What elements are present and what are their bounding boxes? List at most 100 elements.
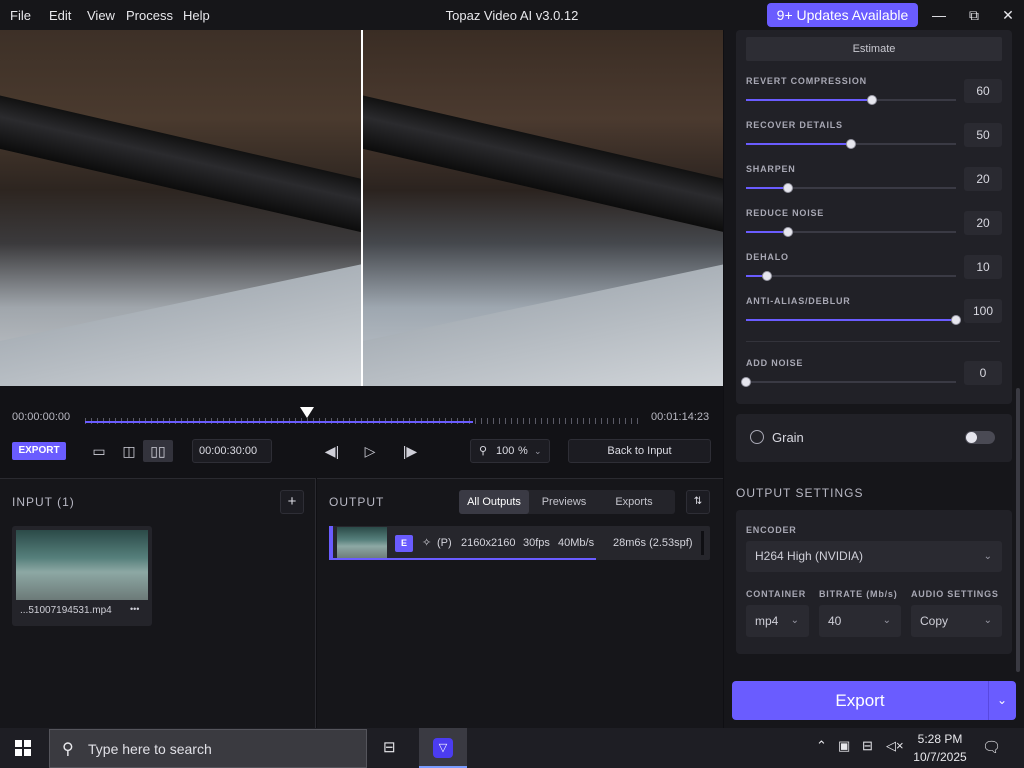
slider-fill — [746, 143, 851, 145]
slider-label: ANTI-ALIAS/DEBLUR — [746, 296, 851, 306]
slider-track[interactable] — [746, 381, 956, 383]
maximize-button[interactable]: ⧉ — [957, 0, 991, 30]
timeline-panel — [0, 386, 723, 478]
output-settings-title: OUTPUT SETTINGS — [736, 486, 864, 500]
task-view-icon[interactable]: ⊟ — [383, 738, 396, 756]
notification-icon[interactable]: ▣ — [838, 738, 850, 754]
slider-track[interactable] — [746, 275, 956, 277]
menu-process[interactable]: Process — [126, 8, 173, 23]
estimate-button[interactable]: Estimate — [746, 37, 1002, 61]
container-value: mp4 — [755, 614, 779, 628]
input-file-card[interactable]: ...51007194531.mp4 ••• — [12, 526, 152, 626]
slider-fill — [746, 187, 788, 189]
grain-toggle-knob — [966, 432, 977, 443]
playhead-handle[interactable] — [300, 407, 314, 418]
menu-view[interactable]: View — [87, 8, 115, 23]
next-frame-icon[interactable]: |▶ — [395, 440, 425, 462]
slider-value-input[interactable]: 100 — [964, 299, 1002, 323]
volume-muted-icon[interactable]: ◁× — [886, 738, 904, 754]
split-view-icon[interactable]: ◫ — [114, 440, 144, 462]
updates-available-button[interactable]: 9+ Updates Available — [767, 3, 918, 27]
output-panel — [317, 478, 723, 728]
search-icon: ⚲ — [62, 741, 74, 758]
more-options-icon[interactable]: ••• — [130, 604, 139, 614]
slider-knob[interactable] — [783, 227, 793, 237]
tab-all-outputs[interactable]: All Outputs — [459, 490, 529, 514]
output-row-marker — [329, 526, 333, 560]
slider-value-input[interactable]: 10 — [964, 255, 1002, 279]
bitrate-label: BITRATE (Mb/s) — [819, 589, 898, 599]
export-label: Export — [835, 691, 885, 710]
minimize-button[interactable]: — — [922, 0, 956, 30]
taskbar-time[interactable]: 5:28 PM — [908, 732, 972, 746]
audio-settings-select[interactable]: Copy ⌄ — [911, 605, 1002, 637]
close-button[interactable]: ✕ — [991, 0, 1024, 30]
input-file-name: ...51007194531.mp4 — [20, 605, 112, 616]
menu-help[interactable]: Help — [183, 8, 210, 23]
menu-file[interactable]: File — [10, 8, 31, 23]
action-center-icon[interactable]: 🗨 — [982, 738, 1001, 756]
video-preview[interactable] — [0, 30, 723, 386]
network-icon[interactable]: ⊟ — [862, 738, 873, 754]
slider-knob[interactable] — [846, 139, 856, 149]
slider-value-input[interactable]: 20 — [964, 211, 1002, 235]
slider-fill — [746, 319, 956, 321]
chevron-down-icon[interactable]: ⌄ — [990, 681, 1014, 720]
taskbar-date[interactable]: 10/7/2025 — [908, 750, 972, 764]
slider-value-input[interactable]: 0 — [964, 361, 1002, 385]
output-fps: 30fps — [523, 537, 550, 549]
single-view-icon[interactable]: ▭ — [84, 440, 114, 462]
export-button[interactable]: Export ⌄ — [732, 681, 1016, 720]
sidebar-scrollbar[interactable] — [1016, 388, 1020, 672]
play-icon[interactable]: ▷ — [355, 440, 385, 462]
slider-value-input[interactable]: 60 — [964, 79, 1002, 103]
windows-start-icon[interactable] — [15, 740, 31, 756]
slider-knob[interactable] — [741, 377, 751, 387]
chevron-down-icon: ⌄ — [983, 551, 992, 562]
taskbar-search-box[interactable]: ⚲ Type here to search — [49, 729, 367, 768]
audio-settings-value: Copy — [920, 614, 949, 628]
slider-knob[interactable] — [867, 95, 877, 105]
export-range-button[interactable]: EXPORT — [12, 442, 66, 460]
back-to-input-button[interactable]: Back to Input — [568, 439, 711, 463]
encoder-select[interactable]: H264 High (NVIDIA) ⌄ — [746, 541, 1002, 572]
bitrate-select[interactable]: 40 ⌄ — [819, 605, 901, 637]
zoom-select[interactable]: ⚲ 100 % ⌄ — [470, 439, 550, 463]
container-label: CONTAINER — [746, 589, 807, 599]
zoom-unit: % — [518, 445, 528, 457]
grain-toggle[interactable] — [965, 431, 995, 444]
timeline-progress — [85, 421, 473, 423]
slider-label: ADD NOISE — [746, 358, 804, 368]
split-divider-handle[interactable] — [361, 30, 363, 386]
topaz-taskbar-app[interactable]: ▽ — [419, 728, 467, 768]
slider-value-input[interactable]: 20 — [964, 167, 1002, 191]
menu-edit[interactable]: Edit — [49, 8, 71, 23]
slider-label: REDUCE NOISE — [746, 208, 825, 218]
tab-exports[interactable]: Exports — [599, 490, 669, 514]
chevron-up-icon[interactable]: ⌃ — [816, 738, 827, 754]
output-row[interactable]: E ✧ (P) 2160x2160 30fps 40Mb/s 28m6s (2.… — [329, 526, 710, 560]
chevron-down-icon: ⌄ — [790, 615, 799, 626]
tab-previews[interactable]: Previews — [529, 490, 599, 514]
previous-frame-icon[interactable]: ◀| — [317, 440, 347, 462]
export-badge: E — [395, 535, 413, 552]
zoom-value: 100 — [496, 445, 515, 457]
output-thumbnail — [337, 527, 387, 559]
output-resolution: 2160x2160 — [461, 537, 516, 549]
output-progress-bar — [329, 558, 596, 560]
slider-knob[interactable] — [951, 315, 961, 325]
preview-image-belt — [363, 88, 723, 244]
output-title: OUTPUT — [329, 495, 385, 509]
side-by-side-view-icon[interactable]: ▯▯ — [143, 440, 173, 462]
grain-radio[interactable] — [750, 430, 764, 444]
output-tabs: All Outputs Previews Exports — [459, 490, 675, 514]
slider-knob[interactable] — [762, 271, 772, 281]
encoder-label: ENCODER — [746, 525, 797, 535]
add-input-button[interactable]: + — [280, 490, 304, 514]
chevron-down-icon: ⌄ — [983, 615, 992, 626]
slider-knob[interactable] — [783, 183, 793, 193]
sort-icon[interactable]: ⇅ — [686, 490, 710, 514]
slider-value-input[interactable]: 50 — [964, 123, 1002, 147]
duration-input[interactable]: 00:00:30:00 — [192, 439, 272, 463]
container-select[interactable]: mp4 ⌄ — [746, 605, 809, 637]
